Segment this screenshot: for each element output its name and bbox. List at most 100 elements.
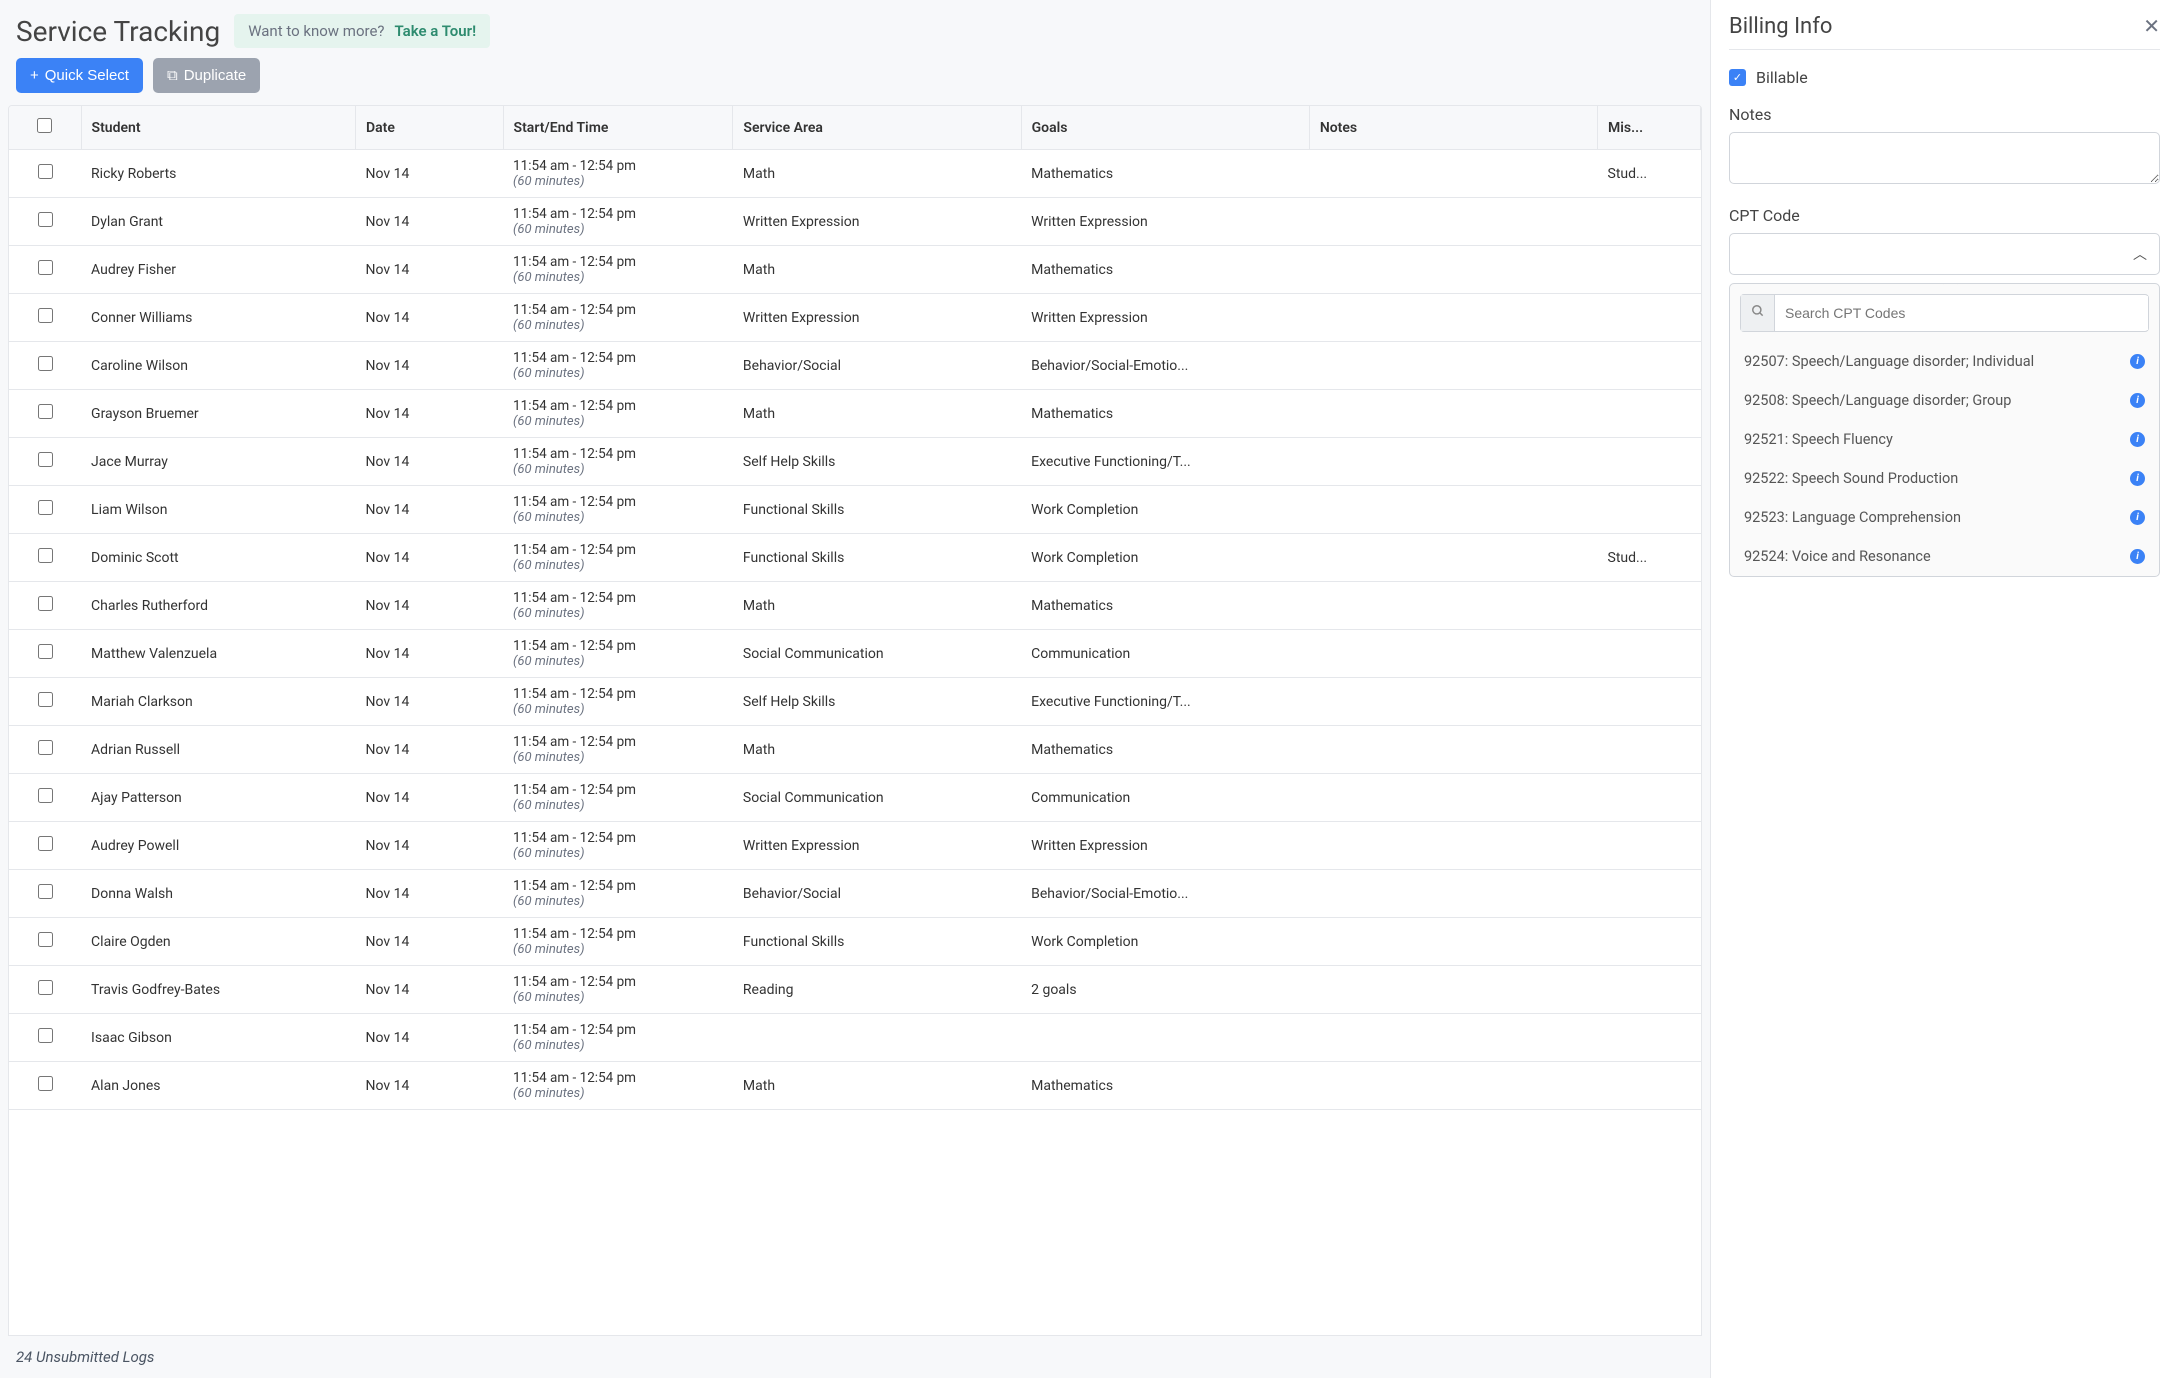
table-row[interactable]: Claire OgdenNov 1411:54 am - 12:54 pm(60… [9,918,1701,966]
row-checkbox[interactable] [38,692,53,707]
row-checkbox[interactable] [38,404,53,419]
info-icon[interactable]: i [2130,471,2145,486]
info-icon[interactable]: i [2130,393,2145,408]
cell-goals: Behavior/Social-Emotio... [1021,342,1309,390]
row-checkbox[interactable] [38,788,53,803]
page-title: Service Tracking [16,15,220,48]
table-row[interactable]: Dylan GrantNov 1411:54 am - 12:54 pm(60 … [9,198,1701,246]
row-checkbox[interactable] [38,1076,53,1091]
row-checkbox[interactable] [38,980,53,995]
row-checkbox[interactable] [38,836,53,851]
cell-student: Audrey Powell [81,822,355,870]
row-checkbox[interactable] [38,548,53,563]
table-row[interactable]: Donna WalshNov 1411:54 am - 12:54 pm(60 … [9,870,1701,918]
table-row[interactable]: Audrey FisherNov 1411:54 am - 12:54 pm(6… [9,246,1701,294]
cell-student: Matthew Valenzuela [81,630,355,678]
table-row[interactable]: Conner WilliamsNov 1411:54 am - 12:54 pm… [9,294,1701,342]
table-row[interactable]: Matthew ValenzuelaNov 1411:54 am - 12:54… [9,630,1701,678]
duplicate-button[interactable]: ⧉ Duplicate [153,58,260,93]
cpt-option[interactable]: 92507: Speech/Language disorder; Individ… [1730,342,2159,381]
cell-miss [1598,342,1701,390]
table-row[interactable]: Travis Godfrey-BatesNov 1411:54 am - 12:… [9,966,1701,1014]
cell-date: Nov 14 [356,198,504,246]
table-row[interactable]: Adrian RussellNov 1411:54 am - 12:54 pm(… [9,726,1701,774]
cpt-option[interactable]: 92522: Speech Sound Productioni [1730,459,2159,498]
cpt-option[interactable]: 92523: Language Comprehension i [1730,498,2159,537]
col-miss[interactable]: Mis... [1598,106,1701,150]
cpt-option-label: 92521: Speech Fluency [1744,431,1893,448]
row-checkbox[interactable] [38,308,53,323]
table-row[interactable]: Jace MurrayNov 1411:54 am - 12:54 pm(60 … [9,438,1701,486]
cpt-option[interactable]: 92521: Speech Fluency i [1730,420,2159,459]
close-button[interactable]: ✕ [2143,14,2160,39]
cell-student: Travis Godfrey-Bates [81,966,355,1014]
col-time[interactable]: Start/End Time [503,106,733,150]
table-row[interactable]: Ricky RobertsNov 1411:54 am - 12:54 pm(6… [9,150,1701,198]
info-icon[interactable]: i [2130,549,2145,564]
table-row[interactable]: Alan JonesNov 1411:54 am - 12:54 pm(60 m… [9,1062,1701,1110]
service-table: Student Date Start/End Time Service Area… [9,106,1701,1110]
cell-date: Nov 14 [356,246,504,294]
cpt-select[interactable]: ︿ [1729,233,2160,275]
table-row[interactable]: Grayson BruemerNov 1411:54 am - 12:54 pm… [9,390,1701,438]
table-row[interactable]: Dominic ScottNov 1411:54 am - 12:54 pm(6… [9,534,1701,582]
row-checkbox[interactable] [38,740,53,755]
cell-time: 11:54 am - 12:54 pm(60 minutes) [503,822,733,870]
cell-goals: Behavior/Social-Emotio... [1021,870,1309,918]
info-icon[interactable]: i [2130,432,2145,447]
row-checkbox[interactable] [38,212,53,227]
row-checkbox[interactable] [38,1028,53,1043]
notes-textarea[interactable] [1729,132,2160,184]
table-row[interactable]: Caroline WilsonNov 1411:54 am - 12:54 pm… [9,342,1701,390]
row-checkbox[interactable] [38,164,53,179]
col-goals[interactable]: Goals [1021,106,1309,150]
cpt-option-label: 92507: Speech/Language disorder; Individ… [1744,353,2034,370]
cpt-option-label: 92523: Language Comprehension [1744,509,1961,526]
cpt-search-input[interactable] [1775,296,2148,330]
col-date[interactable]: Date [356,106,504,150]
cell-notes [1309,1062,1597,1110]
billable-checkbox[interactable]: ✓ [1729,69,1746,86]
row-checkbox[interactable] [38,500,53,515]
info-icon[interactable]: i [2130,510,2145,525]
cell-date: Nov 14 [356,438,504,486]
cell-service: Math [733,726,1021,774]
row-checkbox[interactable] [38,644,53,659]
cell-goals: Mathematics [1021,582,1309,630]
cell-student: Conner Williams [81,294,355,342]
row-checkbox[interactable] [38,596,53,611]
row-checkbox[interactable] [38,884,53,899]
row-checkbox[interactable] [38,260,53,275]
cell-service: Functional Skills [733,534,1021,582]
row-checkbox[interactable] [38,452,53,467]
cell-notes [1309,390,1597,438]
tour-link[interactable]: Take a Tour! [395,22,477,40]
cell-goals: Work Completion [1021,534,1309,582]
row-checkbox[interactable] [38,356,53,371]
cell-service: Self Help Skills [733,438,1021,486]
table-row[interactable]: Ajay PattersonNov 1411:54 am - 12:54 pm(… [9,774,1701,822]
cell-goals: Executive Functioning/T... [1021,438,1309,486]
col-student[interactable]: Student [81,106,355,150]
cpt-option[interactable]: 92508: Speech/Language disorder; Groupi [1730,381,2159,420]
info-icon[interactable]: i [2130,354,2145,369]
col-service[interactable]: Service Area [733,106,1021,150]
table-row[interactable]: Liam WilsonNov 1411:54 am - 12:54 pm(60 … [9,486,1701,534]
cell-student: Ricky Roberts [81,150,355,198]
cell-time: 11:54 am - 12:54 pm(60 minutes) [503,534,733,582]
cell-student: Liam Wilson [81,486,355,534]
quick-select-button[interactable]: + Quick Select [16,58,143,93]
cell-time: 11:54 am - 12:54 pm(60 minutes) [503,774,733,822]
cell-notes [1309,198,1597,246]
table-row[interactable]: Audrey PowellNov 1411:54 am - 12:54 pm(6… [9,822,1701,870]
table-row[interactable]: Isaac GibsonNov 1411:54 am - 12:54 pm(60… [9,1014,1701,1062]
notes-label: Notes [1729,105,2160,124]
col-notes[interactable]: Notes [1309,106,1597,150]
table-row[interactable]: Charles RutherfordNov 1411:54 am - 12:54… [9,582,1701,630]
cell-date: Nov 14 [356,918,504,966]
row-checkbox[interactable] [38,932,53,947]
cpt-option[interactable]: 92524: Voice and Resonancei [1730,537,2159,576]
select-all-checkbox[interactable] [37,118,52,133]
table-row[interactable]: Mariah ClarksonNov 1411:54 am - 12:54 pm… [9,678,1701,726]
cpt-dropdown: 92507: Speech/Language disorder; Individ… [1729,283,2160,577]
